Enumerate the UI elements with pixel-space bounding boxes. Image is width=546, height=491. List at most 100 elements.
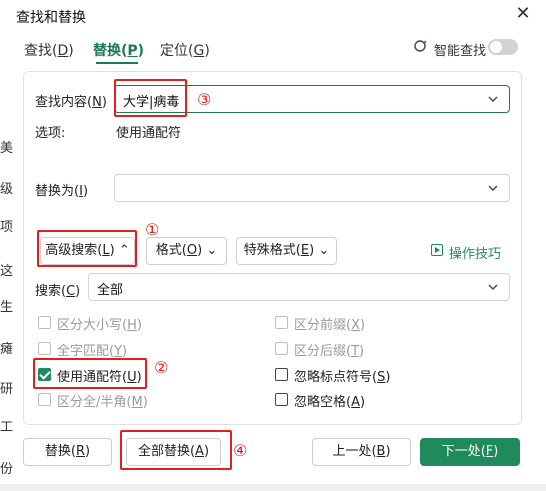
background-doc-char: 研 <box>0 382 14 397</box>
find-label: 查找内容(N) <box>35 95 107 110</box>
next-key: F <box>485 444 494 459</box>
format-button[interactable]: 格式(O) ⌄ <box>146 237 227 265</box>
match-case-text: 区分大小写 <box>57 318 123 333</box>
background-doc-char: 这 <box>0 264 14 279</box>
ignore-punct-key: S <box>377 370 386 385</box>
annotation-number-2: ② <box>154 358 169 377</box>
replace-button-label: 替换 <box>44 444 71 459</box>
search-scope-select[interactable]: 全部 <box>88 273 510 301</box>
replace-label-text: 替换为 <box>35 184 75 199</box>
background-doc-char: 项 <box>0 220 14 235</box>
tab-goto-key: G <box>193 43 205 59</box>
prefix-checkbox[interactable] <box>275 316 288 329</box>
width-text: 区分全/半角 <box>57 395 127 410</box>
replace-label: 替换为(I) <box>35 184 89 199</box>
format-label: 格式 <box>155 243 182 258</box>
next-button[interactable]: 下一处(F) <box>420 438 520 466</box>
suffix-checkbox[interactable] <box>275 342 288 355</box>
wildcard-checkbox[interactable] <box>38 368 51 381</box>
options-label: 选项: <box>35 126 66 141</box>
background-doc-char: 工 <box>0 420 14 435</box>
wildcard-label: 使用通配符(U) <box>57 370 142 385</box>
tab-replace[interactable]: 替换(P) <box>93 40 144 60</box>
suffix-key: T <box>351 344 360 359</box>
toggle-knob <box>490 41 502 53</box>
ignore-space-text: 忽略空格 <box>294 395 347 410</box>
chevron-down-icon[interactable] <box>487 89 501 112</box>
background-doc-char: 美 <box>0 141 14 156</box>
replace-all-label: 全部替换 <box>137 444 190 459</box>
ignore-punct-checkbox[interactable] <box>275 368 288 381</box>
special-format-key: E <box>300 243 310 258</box>
replace-input[interactable] <box>114 174 510 202</box>
wildcard-text: 使用通配符 <box>57 370 123 385</box>
play-tips-icon[interactable] <box>431 244 443 256</box>
ignore-space-checkbox[interactable] <box>275 393 288 406</box>
tab-replace-key: P <box>127 43 138 59</box>
search-scope-label: 搜索(C) <box>35 284 81 299</box>
chevron-down-icon[interactable] <box>487 178 501 201</box>
advanced-search-button[interactable]: 高级搜索(L) ⌃ <box>40 237 135 265</box>
prefix-key: X <box>351 318 360 333</box>
background-doc-char: 瘫 <box>0 342 14 357</box>
match-case-key: H <box>127 318 137 333</box>
replace-all-key: A <box>195 444 204 459</box>
previous-key: B <box>376 444 386 459</box>
dialog-title: 查找和替换 <box>16 10 86 26</box>
match-case-label: 区分大小写(H) <box>57 318 142 333</box>
width-key: M <box>131 395 143 410</box>
close-icon[interactable]: ✕ <box>513 4 533 24</box>
special-format-button[interactable]: 特殊格式(E) ⌄ <box>236 237 337 265</box>
width-checkbox[interactable] <box>38 393 51 406</box>
replace-button[interactable]: 替换(R) <box>23 438 112 466</box>
replace-all-button[interactable]: 全部替换(A) <box>126 438 221 466</box>
tips-link[interactable]: 操作技巧 <box>449 243 501 262</box>
whole-word-label: 全字匹配(Y) <box>57 344 128 359</box>
options-value: 使用通配符 <box>116 126 182 141</box>
whole-word-key: Y <box>114 344 123 359</box>
advanced-search-label: 高级搜索 <box>45 243 98 258</box>
smart-search-label: 智能查找 <box>434 44 487 59</box>
ignore-punct-text: 忽略标点符号 <box>294 370 373 385</box>
replace-button-key: R <box>75 444 86 459</box>
replace-label-key: I <box>79 184 83 199</box>
ignore-punct-label: 忽略标点符号(S) <box>294 370 391 385</box>
whole-word-checkbox[interactable] <box>38 342 51 355</box>
tab-goto[interactable]: 定位(G) <box>160 40 210 60</box>
find-input[interactable]: 大学|病毒 <box>114 85 510 113</box>
ignore-space-key: A <box>351 395 360 410</box>
previous-label: 上一处 <box>332 444 372 459</box>
chevron-up-icon: ⌃ <box>118 243 130 258</box>
width-label: 区分全/半角(M) <box>57 395 148 410</box>
format-key: O <box>186 243 198 258</box>
tab-find[interactable]: 查找(D) <box>24 40 74 60</box>
whole-word-text: 全字匹配 <box>57 344 110 359</box>
next-label: 下一处 <box>441 444 481 459</box>
suffix-label: 区分后缀(T) <box>294 344 365 359</box>
background-doc-char: 级 <box>0 182 14 197</box>
find-label-key: N <box>92 95 102 110</box>
tab-find-label: 查找 <box>24 43 52 59</box>
wildcard-key: U <box>127 370 137 385</box>
status-bar <box>0 484 546 491</box>
find-label-text: 查找内容 <box>35 95 88 110</box>
background-doc-char: 份 <box>0 462 14 477</box>
smart-search-toggle[interactable] <box>488 39 518 55</box>
tab-replace-label: 替换 <box>93 43 121 59</box>
prefix-label: 区分前缀(X) <box>294 318 366 333</box>
ignore-space-label: 忽略空格(A) <box>294 395 366 410</box>
annotation-number-3: ③ <box>197 90 212 109</box>
tab-active-indicator <box>96 62 138 64</box>
chevron-down-icon: ⌄ <box>318 243 330 258</box>
prefix-text: 区分前缀 <box>294 318 347 333</box>
search-scope-value: 全部 <box>97 283 124 298</box>
find-input-value: 大学|病毒 <box>123 95 180 110</box>
search-scope-key: C <box>66 284 76 299</box>
chevron-down-icon[interactable] <box>487 277 501 300</box>
match-case-checkbox[interactable] <box>38 316 51 329</box>
tab-goto-label: 定位 <box>160 43 188 59</box>
background-doc-char: 生 <box>0 300 14 315</box>
special-format-label: 特殊格式 <box>243 243 296 258</box>
previous-button[interactable]: 上一处(B) <box>312 438 411 466</box>
annotation-number-4: ④ <box>233 441 248 460</box>
